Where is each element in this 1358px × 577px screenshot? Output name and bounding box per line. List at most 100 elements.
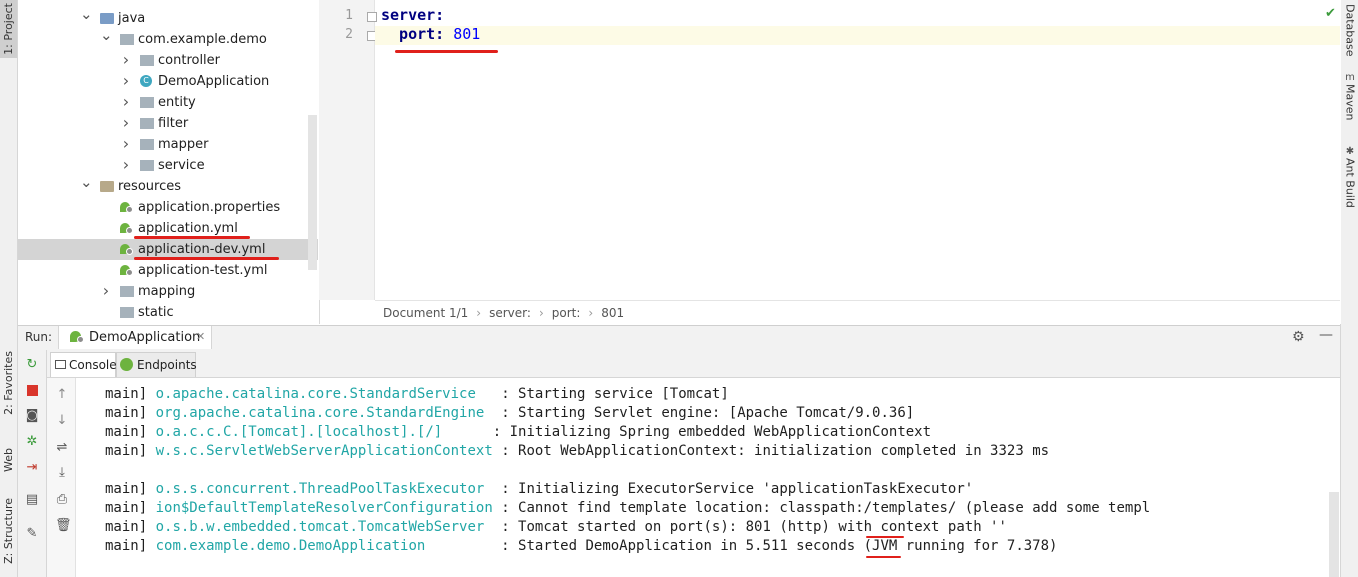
- log-logger[interactable]: ion$DefaultTemplateResolverConfiguration: [156, 500, 493, 516]
- log-logger[interactable]: org.apache.catalina.core.StandardEngine: [156, 405, 485, 421]
- log-logger[interactable]: o.s.s.concurrent.ThreadPoolTaskExecutor: [156, 481, 485, 497]
- tree-item[interactable]: ⌄ resources: [18, 173, 318, 197]
- editor[interactable]: [319, 0, 1341, 324]
- breadcrumb-separator-icon: ›: [538, 306, 544, 320]
- log-message: : Starting Servlet engine: [Apache Tomca…: [501, 405, 915, 421]
- chevron-right-icon[interactable]: ›: [120, 112, 132, 133]
- chevron-down-icon[interactable]: ⌄: [80, 172, 93, 193]
- tree-item-label: mapping: [138, 284, 196, 299]
- chevron-right-icon[interactable]: ›: [120, 49, 132, 70]
- tree-item[interactable]: › mapping: [18, 281, 318, 302]
- breadcrumb-item[interactable]: 801: [601, 306, 624, 320]
- tree-item[interactable]: application.properties: [18, 197, 318, 218]
- package-icon: [140, 55, 154, 66]
- print-icon[interactable]: ⎙: [55, 492, 69, 507]
- log-logger[interactable]: o.apache.catalina.core.StandardService: [156, 386, 476, 402]
- stop-icon[interactable]: [25, 384, 39, 398]
- log-spacer: [147, 443, 155, 459]
- rerun-icon[interactable]: ↻: [25, 358, 39, 372]
- tree-item[interactable]: › entity: [18, 92, 318, 113]
- chevron-down-icon[interactable]: ⌄: [100, 25, 113, 46]
- log-spacer: [147, 519, 155, 535]
- log-message: : Tomcat started on port(s): 801 (http) …: [501, 519, 1007, 535]
- chevron-right-icon[interactable]: ›: [120, 70, 132, 91]
- log-spacer: [442, 424, 493, 440]
- log-message: : Started DemoApplication in 5.511 secon…: [501, 538, 1058, 554]
- console-line: main] w.s.c.ServletWebServerApplicationC…: [105, 442, 1049, 461]
- chevron-right-icon[interactable]: ›: [120, 133, 132, 154]
- tree-item[interactable]: static: [18, 302, 318, 323]
- minimize-icon[interactable]: —: [1319, 327, 1333, 343]
- annotation-underline: [395, 50, 498, 53]
- tab-console[interactable]: Console: [50, 352, 117, 377]
- tool-tab-project-label: 1: Project: [2, 3, 15, 55]
- scroll-down-icon[interactable]: ↓: [55, 413, 69, 428]
- chevron-right-icon[interactable]: ›: [120, 154, 132, 175]
- project-tree-scrollbar[interactable]: [308, 115, 317, 270]
- exit-icon[interactable]: ⇥: [25, 461, 39, 475]
- log-logger[interactable]: o.s.b.w.embedded.tomcat.TomcatWebServer: [156, 519, 485, 535]
- tree-item[interactable]: application-dev.yml: [18, 239, 318, 260]
- line-number: 2: [345, 27, 353, 42]
- tree-item[interactable]: ⌄ com.example.demo: [18, 26, 318, 50]
- tree-item[interactable]: › controller: [18, 50, 318, 71]
- breadcrumb-item[interactable]: port:: [552, 306, 581, 320]
- tool-tab-structure[interactable]: Z: Structure: [0, 493, 17, 568]
- log-thread: main]: [105, 519, 148, 535]
- chevron-down-icon[interactable]: ⌄: [80, 4, 93, 25]
- tree-item[interactable]: › C DemoApplication: [18, 71, 318, 92]
- soft-wrap-icon[interactable]: ⇌: [55, 440, 69, 455]
- tool-tab-web[interactable]: Web: [0, 432, 17, 487]
- spring-boot-icon: [70, 330, 84, 344]
- camera-icon[interactable]: ◙: [25, 409, 39, 423]
- code-line-2[interactable]: port: 801: [381, 25, 480, 43]
- log-logger[interactable]: w.s.c.ServletWebServerApplicationContext: [156, 443, 493, 459]
- log-logger[interactable]: com.example.demo.DemoApplication: [156, 538, 426, 554]
- tool-tab-ant-build-label: Ant Build: [1343, 158, 1357, 208]
- breadcrumb-item[interactable]: Document 1/1: [383, 306, 468, 320]
- tree-item[interactable]: › filter: [18, 113, 318, 134]
- fold-marker-icon[interactable]: [367, 12, 377, 22]
- tool-tab-project[interactable]: 1: Project: [0, 0, 17, 58]
- project-tree: ⌄ java ⌄ com.example.demo › controller › C DemoA…: [18, 0, 318, 324]
- close-icon[interactable]: ✕: [196, 330, 205, 343]
- breadcrumb-item[interactable]: server:: [489, 306, 531, 320]
- log-thread: main]: [105, 538, 148, 554]
- tree-item[interactable]: › service: [18, 155, 318, 176]
- pin-icon[interactable]: ✎: [25, 527, 39, 541]
- gear-icon[interactable]: ⚙: [1292, 329, 1305, 345]
- tool-tab-ant-build[interactable]: ✱ Ant Build: [1341, 146, 1358, 208]
- log-message: : Root WebApplicationContext: initializa…: [501, 443, 1050, 459]
- tool-tab-database[interactable]: Database: [1341, 4, 1358, 57]
- layout-icon[interactable]: ▤: [25, 493, 39, 507]
- chevron-right-icon[interactable]: ›: [100, 280, 112, 301]
- tool-tab-favorites[interactable]: 2: Favorites: [0, 340, 17, 425]
- log-logger[interactable]: o.a.c.c.C.[Tomcat].[localhost].[/]: [156, 424, 443, 440]
- tree-item[interactable]: application-test.yml: [18, 260, 318, 281]
- tab-endpoints[interactable]: Endpoints: [116, 352, 197, 377]
- log-spacer: [484, 519, 501, 535]
- log-thread: main]: [105, 405, 148, 421]
- trash-icon[interactable]: 🗑: [55, 518, 72, 533]
- resources-folder-icon: [100, 181, 114, 192]
- tree-item-label: DemoApplication: [158, 74, 270, 89]
- log-spacer: [147, 538, 155, 554]
- source-folder-icon: [100, 13, 114, 24]
- tree-item-label: application-test.yml: [138, 263, 268, 278]
- console-line: main] org.apache.catalina.core.StandardE…: [105, 404, 914, 423]
- log-message: : Initializing ExecutorService 'applicat…: [501, 481, 974, 497]
- log-thread: main]: [105, 443, 148, 459]
- scroll-to-end-icon[interactable]: ⤓: [55, 465, 69, 480]
- tree-item[interactable]: application.yml: [18, 218, 318, 239]
- debug-bug-icon[interactable]: ✲: [25, 435, 39, 449]
- code-line-1[interactable]: server:: [381, 6, 444, 24]
- tool-tab-maven[interactable]: m Maven: [1341, 72, 1358, 120]
- package-icon: [140, 97, 154, 108]
- chevron-right-icon[interactable]: ›: [120, 91, 132, 112]
- scroll-up-icon[interactable]: ↑: [55, 387, 69, 402]
- tab-console-label: Console: [69, 358, 117, 372]
- tree-item[interactable]: ⌄ java: [18, 5, 318, 29]
- console-scrollbar[interactable]: [1329, 492, 1339, 577]
- current-line-highlight: [375, 26, 1340, 45]
- tree-item[interactable]: › mapper: [18, 134, 318, 155]
